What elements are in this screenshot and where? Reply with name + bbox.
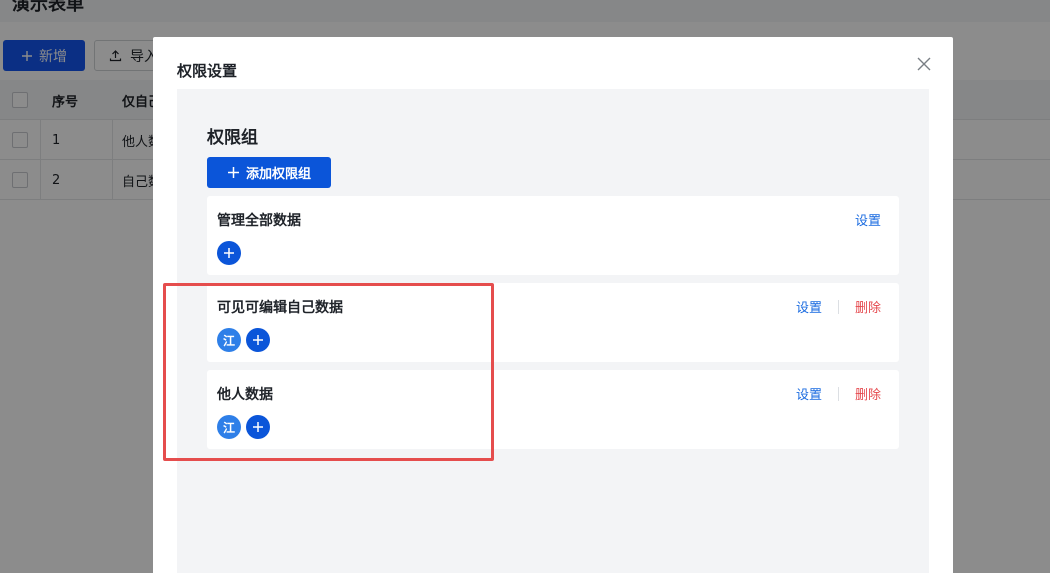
action-divider xyxy=(837,299,839,314)
group-actions: 设置 xyxy=(855,210,881,229)
plus-icon xyxy=(227,167,239,178)
permission-group-card: 管理全部数据 设置 xyxy=(207,196,899,275)
group-members: 江 xyxy=(217,328,270,352)
permission-group-card: 可见可编辑自己数据 江 设置 删除 xyxy=(207,283,899,362)
group-actions: 设置 删除 xyxy=(796,384,881,403)
plus-icon xyxy=(253,335,263,345)
dialog-body: 权限组 添加权限组 管理全部数据 设置 可见可编辑自己数据 江 设置 删除 他人… xyxy=(177,89,929,573)
group-delete-link[interactable]: 删除 xyxy=(855,297,881,316)
action-divider xyxy=(837,386,839,401)
add-member-button[interactable] xyxy=(246,328,270,352)
group-settings-link[interactable]: 设置 xyxy=(796,384,822,403)
close-icon[interactable] xyxy=(915,55,933,73)
group-members: 江 xyxy=(217,415,270,439)
group-delete-link[interactable]: 删除 xyxy=(855,384,881,403)
section-title: 权限组 xyxy=(207,128,258,148)
group-name: 他人数据 xyxy=(217,387,273,403)
member-avatar[interactable]: 江 xyxy=(217,415,241,439)
permission-group-card: 他人数据 江 设置 删除 xyxy=(207,370,899,449)
add-member-button[interactable] xyxy=(246,415,270,439)
group-members xyxy=(217,241,241,265)
add-member-button[interactable] xyxy=(217,241,241,265)
plus-icon xyxy=(224,248,234,258)
permission-settings-dialog: 权限设置 权限组 添加权限组 管理全部数据 设置 可见可编辑自己数据 江 设置 … xyxy=(153,37,953,573)
add-group-label: 添加权限组 xyxy=(245,167,311,182)
plus-icon xyxy=(253,422,263,432)
group-settings-link[interactable]: 设置 xyxy=(855,210,881,229)
group-settings-link[interactable]: 设置 xyxy=(796,297,822,316)
group-actions: 设置 删除 xyxy=(796,297,881,316)
group-name: 管理全部数据 xyxy=(217,213,301,229)
add-permission-group-button[interactable]: 添加权限组 xyxy=(207,157,331,188)
member-avatar[interactable]: 江 xyxy=(217,328,241,352)
dialog-title: 权限设置 xyxy=(177,62,238,80)
group-name: 可见可编辑自己数据 xyxy=(217,300,343,316)
